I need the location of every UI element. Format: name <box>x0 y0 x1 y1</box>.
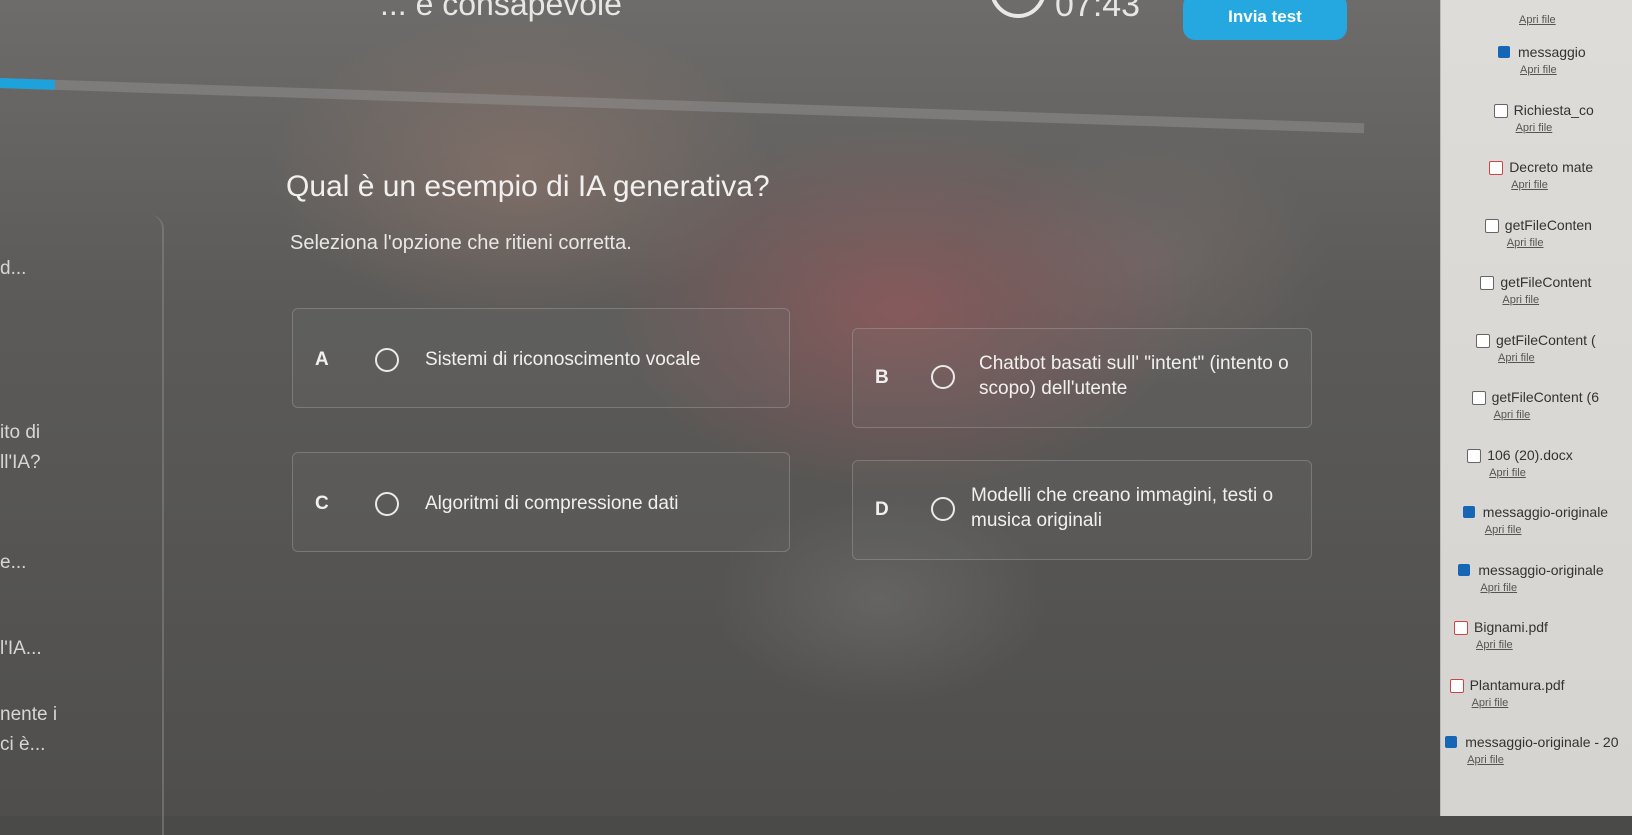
document-icon <box>1476 333 1490 348</box>
option-text: Modelli che creano immagini, testi o mus… <box>971 485 1274 531</box>
quiz-title: ... e consapevole <box>380 0 622 22</box>
file-name: messaggio <box>1518 44 1586 60</box>
file-name: getFileContent (6 <box>1491 389 1599 405</box>
file-name: 106 (20).docx <box>1487 446 1573 463</box>
file-name: getFileContent <box>1500 274 1592 290</box>
document-icon <box>1484 218 1499 233</box>
open-file-link[interactable]: Apri file <box>1494 409 1531 421</box>
question-nav-snippet[interactable]: ito di <box>0 422 40 444</box>
option-letter: A <box>315 349 329 370</box>
radio-button[interactable] <box>375 492 399 516</box>
radio-button[interactable] <box>931 497 955 521</box>
open-file-link[interactable]: Apri file <box>1476 639 1513 651</box>
document-icon <box>1493 103 1508 118</box>
file-sidebar: Apri file messaggio Apri file Richiesta_co… <box>1440 0 1632 816</box>
question-nav-snippet[interactable]: ll'IA? <box>0 452 41 474</box>
pdf-icon <box>1449 678 1464 693</box>
open-file-link[interactable]: Apri file <box>1480 582 1517 594</box>
open-file-link[interactable]: Apri file <box>1519 14 1556 26</box>
open-file-link[interactable]: Apri file <box>1472 697 1509 709</box>
open-file-link[interactable]: Apri file <box>1498 352 1535 364</box>
option-letter: B <box>875 367 889 388</box>
open-file-link[interactable]: Apri file <box>1502 294 1539 306</box>
file-name: messaggio-originale <box>1478 561 1604 578</box>
outlook-icon <box>1498 46 1510 58</box>
outlook-icon <box>1462 506 1475 518</box>
document-icon <box>1480 276 1495 290</box>
question-instruction: Seleziona l'opzione che ritieni corretta… <box>290 232 632 254</box>
answer-option-a[interactable]: A Sistemi di riconoscimento vocale <box>292 308 790 408</box>
timer-display: 07:43 <box>1055 0 1141 24</box>
radio-button[interactable] <box>931 365 955 389</box>
open-file-link[interactable]: Apri file <box>1489 467 1526 479</box>
open-file-link[interactable]: Apri file <box>1511 179 1548 191</box>
quiz-area: ... e consapevole 07:43 Invia test d... … <box>0 0 1440 835</box>
open-file-link[interactable]: Apri file <box>1507 237 1544 249</box>
open-file-link[interactable]: Apri file <box>1516 122 1553 134</box>
option-text: Sistemi di riconoscimento vocale <box>425 349 701 370</box>
question-nav-snippet[interactable]: e... <box>0 552 26 574</box>
document-icon <box>1467 448 1482 463</box>
timer-icon <box>990 0 1046 18</box>
file-name: messaggio-originale - 20 <box>1465 734 1619 750</box>
answer-option-c[interactable]: C Algoritmi di compressione dati <box>292 452 790 552</box>
submit-test-button[interactable]: Invia test <box>1183 0 1347 40</box>
option-letter: D <box>875 499 889 520</box>
file-name: getFileConten <box>1504 216 1592 233</box>
quiz-header: ... e consapevole 07:43 Invia test <box>0 0 1440 44</box>
file-name: Decreto mate <box>1509 159 1594 175</box>
outlook-icon <box>1445 736 1458 748</box>
option-letter: C <box>315 493 329 514</box>
answer-option-b[interactable]: B Chatbot basati sull' "intent" (intento… <box>852 328 1312 428</box>
open-file-link[interactable]: Apri file <box>1485 524 1522 536</box>
document-icon <box>1471 391 1486 405</box>
file-name: Bignami.pdf <box>1474 619 1548 635</box>
file-name: Plantamura.pdf <box>1469 676 1565 693</box>
progress-bar-fill <box>0 78 55 90</box>
file-name: messaggio-originale <box>1482 504 1609 520</box>
option-text: Algoritmi di compressione dati <box>425 493 679 514</box>
progress-bar <box>0 78 1365 134</box>
pdf-icon <box>1489 161 1504 175</box>
file-name: getFileContent ( <box>1496 331 1596 348</box>
question-nav-snippet[interactable]: d... <box>0 258 26 280</box>
open-file-link[interactable]: Apri file <box>1520 64 1557 76</box>
question-text: Qual è un esempio di IA generativa? <box>286 170 770 203</box>
answer-option-d[interactable]: D Modelli che creano immagini, testi o m… <box>852 460 1312 560</box>
question-nav-snippet[interactable]: nente i <box>0 704 57 726</box>
question-nav-snippet[interactable]: ci è... <box>0 734 45 756</box>
file-name: Richiesta_co <box>1513 101 1594 118</box>
open-file-link[interactable]: Apri file <box>1467 754 1504 766</box>
outlook-icon <box>1458 563 1471 576</box>
radio-button[interactable] <box>375 348 399 372</box>
option-text: Chatbot basati sull' "intent" (intento o… <box>979 353 1289 399</box>
pdf-icon <box>1454 621 1468 635</box>
question-nav-snippet[interactable]: l'IA... <box>0 638 42 660</box>
